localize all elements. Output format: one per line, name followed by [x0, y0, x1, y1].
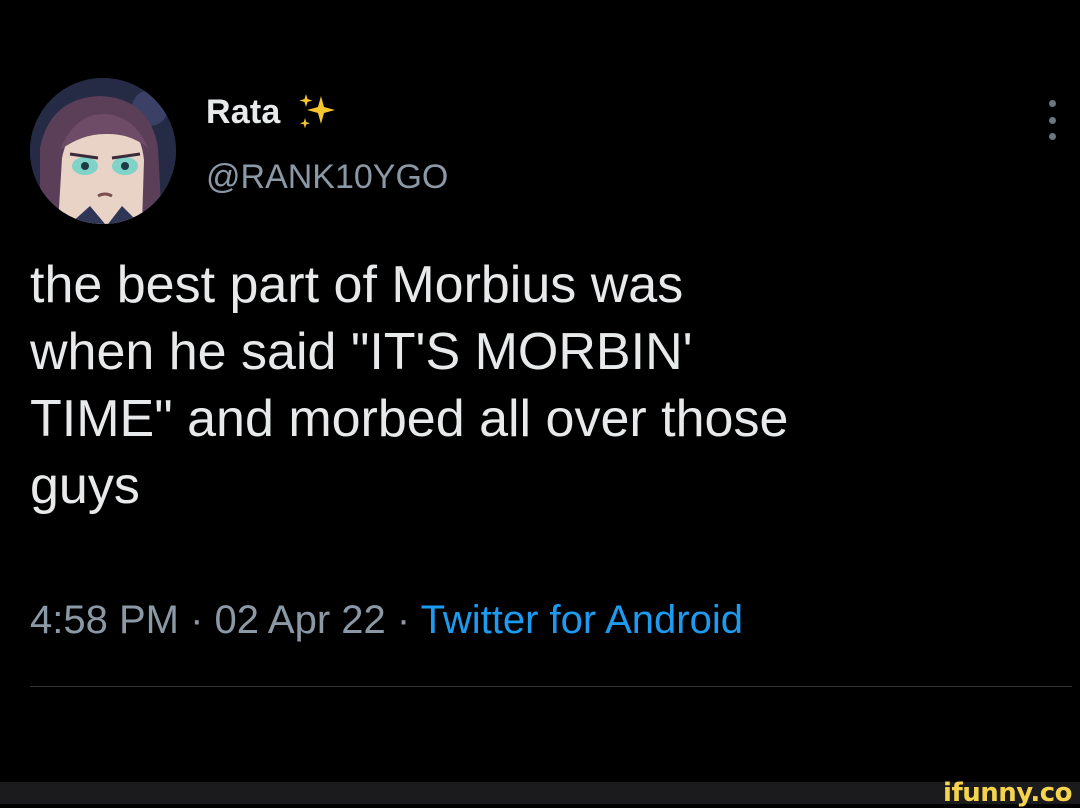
avatar[interactable]: [30, 78, 176, 224]
author-name-row[interactable]: Rata: [206, 90, 339, 134]
tweet-card: Rata @RANK10YGO the best part of Morbius…: [0, 0, 1080, 808]
more-vertical-icon[interactable]: [1040, 100, 1064, 140]
tweet-date[interactable]: 02 Apr 22: [215, 598, 386, 642]
sparkles-emoji-icon: [299, 94, 335, 129]
meta-separator: ·: [178, 598, 215, 642]
tweet-source-link[interactable]: Twitter for Android: [421, 598, 743, 642]
divider: [30, 686, 1072, 687]
tweet-time[interactable]: 4:58 PM: [30, 598, 179, 642]
anime-character-avatar-icon: [30, 78, 176, 224]
meta-separator: ·: [385, 598, 421, 642]
watermark-bar: [0, 782, 1080, 804]
tweet-text: the best part of Morbius was when he sai…: [30, 256, 789, 515]
display-name[interactable]: Rata: [206, 93, 281, 132]
author-handle[interactable]: @RANK10YGO: [206, 158, 448, 197]
tweet-meta: 4:58 PM · 02 Apr 22 · Twitter for Androi…: [30, 598, 743, 643]
